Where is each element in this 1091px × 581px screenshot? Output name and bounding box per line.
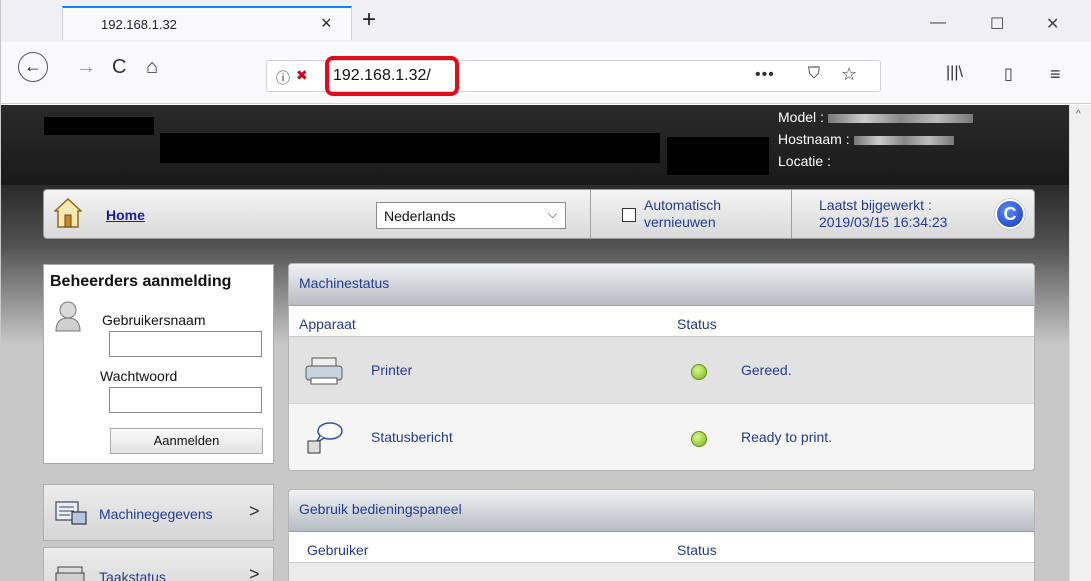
auto-refresh-checkbox[interactable] (622, 208, 636, 222)
login-button[interactable]: Aanmelden (110, 428, 263, 454)
column-header-status: Status (677, 542, 717, 558)
auto-refresh-label[interactable]: Automatisch vernieuwen (644, 197, 721, 231)
device-name[interactable]: Printer (371, 362, 412, 378)
refresh-icon[interactable]: C (995, 199, 1025, 229)
last-updated-label: Laatst bijgewerkt : (819, 197, 932, 213)
auto-refresh-label-line2: vernieuwen (644, 214, 716, 230)
language-value: Nederlands (384, 208, 456, 224)
status-message-icon (307, 422, 343, 454)
admin-login-panel: Beheerders aanmelding Gebruikersnaam Wac… (43, 264, 274, 464)
sidebar-item-machinegegevens[interactable]: Machinegegevens > (43, 484, 274, 541)
pocket-icon[interactable]: ⛉ (808, 65, 820, 83)
username-label: Gebruikersnaam (102, 312, 206, 328)
toolbar-divider (791, 190, 792, 238)
chevron-down-icon: ⌵ (548, 207, 558, 221)
password-input[interactable] (109, 387, 262, 413)
panel-title: Machinestatus (289, 264, 1034, 306)
status-ok-icon (691, 431, 707, 447)
new-tab-icon[interactable]: + (362, 8, 376, 32)
machine-info-icon (55, 501, 87, 525)
panel-usage-panel: Gebruik bedieningspaneel Gebruiker Statu… (288, 489, 1035, 581)
page-banner: Model : Hostnaam : Locatie : (0, 105, 1069, 185)
machine-status-panel: Machinestatus Apparaat Status Printer Ge… (288, 263, 1035, 471)
redacted-banner (160, 133, 660, 163)
job-status-icon (55, 566, 85, 581)
minimize-icon[interactable]: — (930, 14, 946, 32)
password-label: Wachtwoord (100, 368, 178, 384)
tab-title: 192.168.1.32 (101, 17, 177, 32)
printer-icon (305, 357, 343, 385)
info-icon[interactable]: ⓘ (276, 68, 290, 88)
auto-refresh-label-line1: Automatisch (644, 197, 722, 213)
hostname-label: Hostnaam : (778, 131, 850, 147)
chevron-right-icon: > (249, 564, 260, 581)
sidebar-item-taakstatus[interactable]: Taakstatus > (43, 547, 274, 581)
back-arrow-icon[interactable]: ← (18, 52, 48, 82)
redacted-model (827, 113, 973, 123)
table-row[interactable]: Printer Gereed. (289, 337, 1034, 404)
top-toolbar: Home Nederlands ⌵ Automatisch vernieuwen… (43, 189, 1035, 239)
web-page: Model : Hostnaam : Locatie : Home Nederl… (0, 105, 1091, 581)
page-scrollbar[interactable]: ^ (1069, 105, 1091, 581)
maximize-icon[interactable]: ☐ (990, 14, 1004, 34)
username-input[interactable] (109, 331, 262, 357)
redacted-logo (44, 117, 154, 135)
model-label: Model : (778, 109, 824, 125)
column-header-user: Gebruiker (307, 542, 369, 558)
panel-title: Gebruik bedieningspaneel (289, 490, 1034, 532)
user-icon (55, 301, 81, 332)
url-text[interactable]: 192.168.1.32/ (333, 67, 431, 85)
close-window-icon[interactable]: ✕ (1046, 14, 1059, 34)
url-bar[interactable]: ⓘ ✖ 192.168.1.32/ ••• ⛉ ☆ (266, 56, 881, 96)
forward-arrow-icon[interactable]: → (76, 56, 96, 78)
chevron-right-icon: > (249, 501, 260, 521)
redacted-hostname (853, 135, 954, 145)
hostname-row: Hostnaam : (778, 131, 954, 147)
toolbar-divider (590, 190, 591, 238)
model-row: Model : (778, 109, 973, 125)
login-title: Beheerders aanmelding (50, 273, 232, 290)
sidebar-item-label: Taakstatus (99, 569, 166, 581)
scroll-up-icon[interactable]: ^ (1076, 109, 1081, 120)
house-icon[interactable] (54, 197, 82, 229)
browser-navbar: ← → C ⌂ ⓘ ✖ 192.168.1.32/ ••• ⛉ ☆ |||\ ▯… (0, 42, 1091, 104)
table-header: Gebruiker Status (289, 532, 1034, 563)
device-status: Gereed. (741, 362, 792, 378)
insecure-lock-icon[interactable]: ✖ (296, 67, 308, 84)
sidebar-toggle-icon[interactable]: ▯ (1004, 64, 1013, 84)
device-name[interactable]: Statusbericht (371, 429, 453, 445)
last-updated: Laatst bijgewerkt : 2019/03/15 16:34:23 (819, 197, 947, 231)
page-actions-icon[interactable]: ••• (755, 66, 775, 84)
sidebar-item-label: Machinegegevens (99, 506, 213, 522)
language-select[interactable]: Nederlands ⌵ (376, 202, 566, 229)
library-icon[interactable]: |||\ (946, 64, 963, 82)
location-label: Locatie : (778, 153, 831, 169)
tab-close-icon[interactable]: × (321, 13, 332, 34)
location-row: Locatie : (778, 153, 831, 169)
bookmark-star-icon[interactable]: ☆ (841, 64, 857, 85)
page-body: Home Nederlands ⌵ Automatisch vernieuwen… (0, 185, 1069, 581)
browser-tab[interactable]: 192.168.1.32 × (62, 6, 352, 40)
home-link[interactable]: Home (106, 207, 145, 223)
device-status: Ready to print. (741, 429, 833, 445)
table-header: Apparaat Status (289, 306, 1034, 337)
menu-icon[interactable]: ≡ (1050, 64, 1061, 85)
table-row[interactable]: Statusbericht Ready to print. (289, 404, 1034, 470)
status-ok-icon (691, 364, 707, 380)
last-updated-value: 2019/03/15 16:34:23 (819, 214, 948, 230)
reload-icon[interactable]: C (112, 56, 126, 78)
redacted-box (667, 137, 769, 175)
column-header-device: Apparaat (299, 316, 356, 332)
column-header-status: Status (677, 316, 717, 332)
window-border (0, 0, 1, 581)
home-page-icon[interactable]: ⌂ (146, 56, 158, 78)
